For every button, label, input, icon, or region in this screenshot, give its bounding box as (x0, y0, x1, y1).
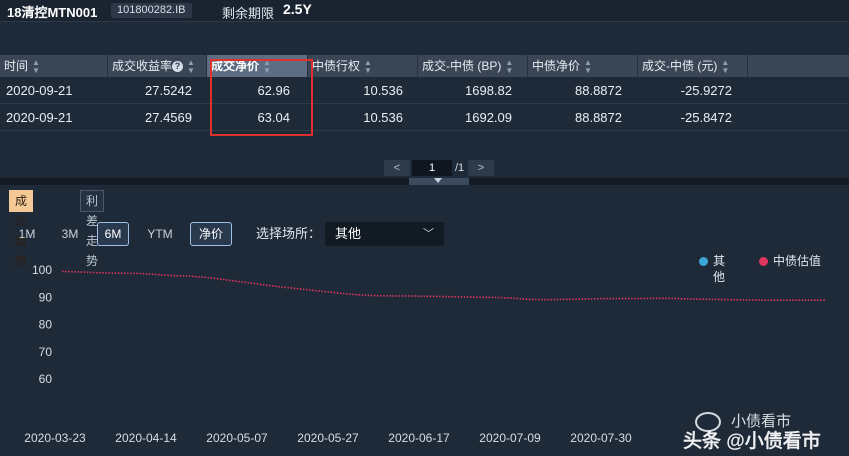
table-header: 时间 ▲ ▼ 成交收益率? ▲ ▼ 成交净价 ▲ ▼ 中债行权 ▲ ▼ 成交-中债 (BP) ▲ ▼… (0, 55, 849, 77)
cell-cbv-price: 88.8872 (575, 110, 622, 125)
cell-spread-yuan: -25.9272 (680, 83, 732, 98)
cell-clean-price: 62.96 (257, 83, 290, 98)
range-1m-button[interactable]: 1M (12, 222, 42, 246)
sort-icon: ▲ ▼ (32, 57, 40, 75)
x-tick-label: 2020-05-07 (206, 431, 268, 445)
cell-spread-yuan: -25.8472 (680, 110, 732, 125)
next-page-button[interactable]: > (468, 160, 494, 176)
venue-label: 选择场所： (256, 226, 322, 241)
page-number-input[interactable]: 1 (412, 160, 452, 176)
y-tick-label: 100 (32, 263, 52, 277)
column-header-cbv-price[interactable]: 中债净价 ▲ ▼ (528, 55, 638, 77)
x-tick-label: 2020-06-17 (388, 431, 450, 445)
page-total: /1 (455, 162, 465, 174)
x-tick-label: 2020-05-27 (297, 431, 359, 445)
bond-name: 18清控MTN001 (7, 5, 98, 20)
cell-spread-bp: 1698.82 (465, 83, 512, 98)
sort-icon: ▲ ▼ (505, 57, 514, 75)
title-bar: 18清控MTN001 101800282.IB 剩余期限 2.5Y (0, 0, 849, 22)
cell-clean-price: 63.04 (257, 110, 290, 125)
cell-yield: 27.5242 (145, 83, 192, 98)
cell-time: 2020-09-21 (6, 110, 73, 125)
venue-select[interactable]: 其他 ﹀ (325, 222, 444, 246)
cell-cbv-price: 88.8872 (575, 83, 622, 98)
trade-table: 时间 ▲ ▼ 成交收益率? ▲ ▼ 成交净价 ▲ ▼ 中债行权 ▲ ▼ 成交-中债 (BP) ▲ ▼… (0, 55, 849, 131)
tab-trade-trend[interactable]: 成交趋势 (9, 190, 34, 268)
table-row[interactable]: 2020-09-21 27.4569 63.04 10.536 1692.09 … (0, 104, 849, 131)
bond-code-badge: 101800282.IB (111, 3, 192, 18)
cell-time: 2020-09-21 (6, 83, 73, 98)
column-header-spread-bp[interactable]: 成交-中债 (BP) ▲ ▼ (418, 55, 528, 77)
watermark: 小债看市 头条 @小债看市 (683, 406, 843, 452)
table-row[interactable]: 2020-09-21 27.5242 62.96 10.536 1698.82 … (0, 77, 849, 104)
range-3m-button[interactable]: 3M (55, 222, 85, 246)
cell-yield: 27.4569 (145, 110, 192, 125)
chart-toolbar: 1M 3M 6M YTM 净价 选择场所： 其他 ﹀ (0, 222, 849, 246)
remaining-term-value: 2.5Y (283, 1, 312, 17)
clean-price-toggle[interactable]: 净价 (190, 222, 232, 246)
column-header-time[interactable]: 时间 ▲ ▼ (0, 55, 108, 77)
cell-cbv-exercise: 10.536 (363, 83, 403, 98)
y-tick-label: 60 (39, 372, 53, 386)
y-tick-label: 70 (39, 345, 53, 359)
sort-icon: ▲ ▼ (721, 57, 730, 75)
sort-icon: ▲ ▼ (584, 57, 592, 75)
chevron-down-icon: ﹀ (423, 228, 434, 240)
range-6m-button[interactable]: 6M (97, 222, 129, 246)
x-tick-label: 2020-07-30 (570, 431, 632, 445)
cell-spread-bp: 1692.09 (465, 110, 512, 125)
tab-spread-trend[interactable]: 利差走势 (80, 190, 105, 268)
column-header-yield[interactable]: 成交收益率? ▲ ▼ (108, 55, 207, 77)
series-line-cbv[interactable] (61, 270, 826, 302)
help-icon[interactable]: ? (172, 61, 184, 73)
column-header-cbv-exercise[interactable]: 中债行权 ▲ ▼ (308, 55, 418, 77)
remaining-term-label: 剩余期限 (222, 6, 275, 21)
watermark-bottom-text: 头条 @小债看市 (683, 431, 821, 452)
venue-selected-value: 其他 (335, 226, 362, 241)
column-header-spread-yuan[interactable]: 成交-中债 (元) ▲ ▼ (638, 55, 748, 77)
prev-page-button[interactable]: < (384, 160, 410, 176)
y-tick-label: 80 (39, 318, 53, 332)
y-tick-label: 90 (39, 290, 53, 304)
sort-icon: ▲ ▼ (263, 57, 271, 75)
sort-icon: ▲ ▼ (187, 57, 195, 75)
x-tick-label: 2020-07-09 (479, 431, 541, 445)
range-ytm-button[interactable]: YTM (141, 222, 179, 246)
collapse-arrow-icon[interactable] (434, 178, 442, 183)
x-tick-label: 2020-04-14 (115, 431, 177, 445)
cell-cbv-exercise: 10.536 (363, 110, 403, 125)
column-header-clean-price[interactable]: 成交净价 ▲ ▼ (207, 55, 308, 77)
x-tick-label: 2020-03-23 (24, 431, 86, 445)
sort-icon: ▲ ▼ (364, 57, 372, 75)
